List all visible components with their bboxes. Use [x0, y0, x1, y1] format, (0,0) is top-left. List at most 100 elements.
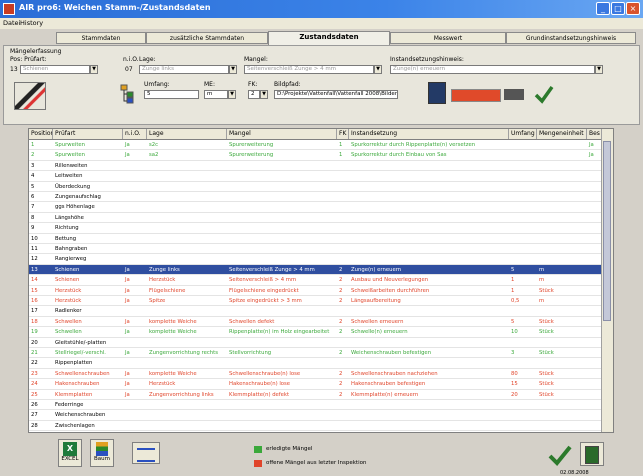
lage-select[interactable]: Zunge links [139, 65, 229, 74]
menu-datei[interactable]: Datei [3, 19, 20, 27]
cell-mangel [227, 223, 337, 233]
cell-mangel: Schwellen defekt [229, 318, 275, 325]
cell-mangel: Hakenschraube(n) lose [229, 381, 291, 388]
table-row[interactable]: 16 Herzstück Ja Spitze Spitze eingedrückt > … [29, 296, 603, 307]
cell-pos: 4 [31, 173, 35, 180]
bildpfad-input[interactable]: D:\Projekte\Vattenfall\Vattenfall 2008\B… [274, 90, 398, 99]
tab-zusaetzliche-stammdaten[interactable]: zusätzliche Stammdaten [146, 32, 268, 44]
menu-history[interactable]: History [20, 19, 43, 27]
table-row[interactable]: 14 Schienen Ja Herzstück Seitenverschleiß > … [29, 275, 603, 286]
table-row[interactable]: 7 ggs Höhenlage [29, 202, 603, 213]
cell-umfang: 5 [511, 318, 515, 325]
cell-pos: 22 [31, 360, 38, 367]
me-dropdown[interactable]: ▼ [228, 90, 236, 99]
table-scrollbar[interactable] [601, 129, 613, 432]
ok-check-icon[interactable] [548, 444, 572, 466]
cell-umfang [509, 306, 537, 316]
col-position[interactable]: Position [29, 129, 53, 139]
col-mengeneinheit[interactable]: Mengeneinheit [537, 129, 587, 139]
cell-umfang [509, 254, 537, 264]
table-row[interactable]: 11 Bahngraben [29, 244, 603, 255]
cell-me [537, 244, 587, 254]
table-row[interactable]: 25 Klemmplatten Ja Zungenvorrichtung links K… [29, 390, 603, 400]
table-row[interactable]: 23 Schwellenschrauben Ja komplette Weiche Sc… [29, 369, 603, 380]
table-row[interactable]: 15 Herzstück Ja Flügelschiene Flügelschiene … [29, 286, 603, 296]
cell-pruefart: Hakenschrauben [55, 381, 100, 388]
hinweis-select[interactable]: Zunge(n) erneuern [390, 65, 595, 74]
col-umfang[interactable]: Umfang [509, 129, 537, 139]
col-pruefart[interactable]: Prüfart [53, 129, 123, 139]
table-row[interactable]: 13 Schienen Ja Zunge links Seitenverschleiß … [29, 264, 603, 276]
close-button[interactable]: × [626, 2, 640, 15]
cell-lage [147, 223, 227, 233]
cell-inst [349, 358, 509, 368]
lage-dropdown[interactable]: ▼ [229, 65, 237, 74]
table-row[interactable]: 20 Gleitstühle/-platten [29, 338, 603, 348]
cell-inst [349, 213, 509, 223]
col-lage[interactable]: Lage [147, 129, 227, 139]
lage-label: Lage: [139, 56, 156, 63]
table-row[interactable]: 27 Weichenschrauben [29, 410, 603, 421]
open-image-icon[interactable] [428, 82, 446, 104]
tab-zustandsdaten[interactable]: Zustandsdaten [268, 31, 390, 46]
table-row[interactable]: 28 Zwischenlagen [29, 421, 603, 432]
status-date: 02.08.2008 [560, 470, 589, 476]
excel-icon: X [63, 442, 77, 456]
cell-me: Stück [539, 287, 554, 294]
tab-stammdaten[interactable]: Stammdaten [56, 32, 146, 44]
cell-nio [123, 244, 147, 254]
pruefart-dropdown[interactable]: ▼ [90, 65, 98, 74]
cell-pos: 9 [31, 225, 35, 232]
cell-umfang [509, 421, 537, 431]
baum-button[interactable]: Baum [90, 439, 114, 467]
fk-select[interactable]: 2 [248, 90, 260, 99]
confirm-check-icon[interactable] [534, 84, 554, 104]
table-row[interactable]: 4 Leitweiten [29, 171, 603, 182]
me-select[interactable]: m [204, 90, 228, 99]
excel-button[interactable]: X EXCEL [58, 439, 82, 467]
table-row[interactable]: 5 Überdeckung [29, 182, 603, 192]
table-row[interactable]: 19 Schwellen Ja komplette Weiche Rippenplatt… [29, 327, 603, 338]
me-label: ME: [204, 81, 215, 88]
col-fk[interactable]: FK [337, 129, 349, 139]
col-nio[interactable]: n.i.O. [123, 129, 147, 139]
table-row[interactable]: 12 Rangierweg [29, 254, 603, 265]
table-row[interactable]: 8 Längshöhe [29, 213, 603, 224]
mangel-dropdown[interactable]: ▼ [374, 65, 382, 74]
list-view-button[interactable] [132, 442, 160, 464]
pruefart-select[interactable]: Schienen [20, 65, 90, 74]
table-row[interactable]: 9 Richtung [29, 223, 603, 234]
col-instandsetzung[interactable]: Instandsetzung [349, 129, 509, 139]
photo-thumbnail[interactable] [14, 82, 46, 110]
tab-messwert[interactable]: Messwert [390, 32, 506, 44]
col-mangel[interactable]: Mangel [227, 129, 337, 139]
hinweis-dropdown[interactable]: ▼ [595, 65, 603, 74]
mangel-select[interactable]: Seitenverschleiß Zunge > 4 mm [244, 65, 374, 74]
cell-mangel [227, 244, 337, 254]
tab-grundinstandsetzung[interactable]: Grundinstandsetzungshinweis [506, 32, 636, 44]
cell-pruefart: Herzstück [55, 298, 82, 304]
table-row[interactable]: 21 Stellriegel/-verschl. Ja Zungenvorrichtu… [29, 348, 603, 359]
cell-lage [147, 421, 227, 431]
umfang-input[interactable]: 5 [144, 90, 199, 99]
table-row[interactable]: 18 Schwellen Ja komplette Weiche Schwellen d… [29, 317, 603, 328]
fk-dropdown[interactable]: ▼ [260, 90, 268, 99]
cell-lage: komplette Weiche [149, 329, 197, 336]
table-row[interactable]: 22 Rippenplatten [29, 358, 603, 369]
exit-button[interactable] [580, 442, 604, 466]
cell-pruefart: Richtung [55, 225, 79, 232]
cell-nio: Ja [125, 391, 130, 398]
maximize-button[interactable]: □ [611, 2, 625, 15]
minimize-button[interactable]: _ [596, 2, 610, 15]
scroll-thumb[interactable] [603, 141, 611, 321]
table-row[interactable]: 26 Federringe [29, 400, 603, 411]
table-row[interactable]: 10 Bettung [29, 234, 603, 244]
table-row[interactable]: 24 Hakenschrauben Ja Herzstück Hakenschraube… [29, 379, 603, 390]
table-row[interactable]: 17 Radlenker [29, 306, 603, 317]
cell-nio [123, 358, 147, 368]
tree-icon[interactable] [120, 84, 134, 104]
table-row[interactable]: 2 Spurweiten Ja sa2 Spurerweiterung 1 Spurkorr… [29, 150, 603, 161]
table-row[interactable]: 3 Rillenweiten [29, 161, 603, 172]
table-row[interactable]: 1 Spurweiten Ja s2c Spurerweiterung 1 Spurkorr… [29, 140, 603, 151]
table-row[interactable]: 6 Zungenaufschlag [29, 192, 603, 203]
